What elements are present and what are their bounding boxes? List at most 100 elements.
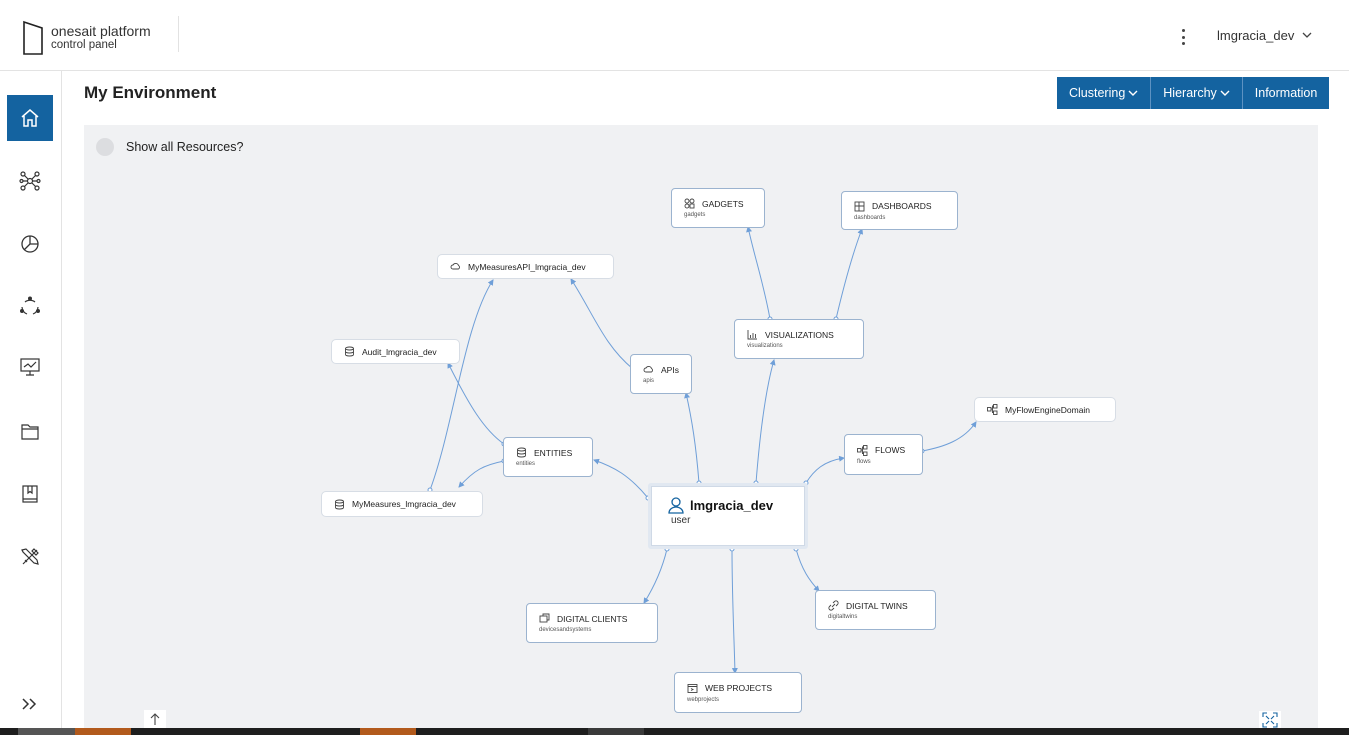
bar-chart-icon — [747, 330, 757, 340]
hierarchy-label: Hierarchy — [1163, 86, 1217, 100]
node-label: APIs — [661, 364, 679, 375]
node-label: VISUALIZATIONS — [765, 329, 834, 340]
graph-node-entities[interactable]: ENTITIES entities — [503, 437, 593, 477]
node-label: MyMeasuresAPI_lmgracia_dev — [468, 261, 586, 272]
node-label: FLOWS — [875, 445, 906, 455]
node-label: DIGITAL TWINS — [846, 600, 908, 611]
book-icon — [22, 485, 38, 503]
tools-icon — [21, 548, 39, 565]
chevron-down-icon — [1128, 90, 1138, 96]
database-icon — [345, 346, 354, 357]
sidebar — [0, 71, 62, 735]
brand-subtitle: control panel — [51, 39, 117, 52]
graph-canvas[interactable]: Show all Resources? GADGETS gadgets DASH… — [84, 125, 1318, 735]
brand-title: onesait platform — [51, 23, 151, 40]
home-icon — [21, 109, 39, 127]
dashboard-grid-icon — [854, 201, 865, 211]
edge-measures-api — [429, 279, 494, 491]
sidebar-item-tools[interactable] — [7, 534, 53, 580]
top-header: onesait platform control panel lmgracia_… — [0, 0, 1349, 71]
gadgets-icon — [684, 198, 695, 209]
sidebar-item-files[interactable] — [7, 408, 53, 454]
node-label: ENTITIES — [534, 447, 573, 458]
node-label: MyFlowEngineDomain — [1005, 404, 1091, 415]
flow-nodes-icon — [987, 404, 998, 415]
sidebar-item-docs[interactable] — [7, 471, 53, 517]
edge-apis-api-instance — [570, 278, 634, 370]
fit-to-screen-icon — [1262, 712, 1278, 728]
node-type: dashboards — [854, 214, 886, 221]
node-type: devicesandsystems — [539, 627, 592, 633]
graph-node-digital-twins[interactable]: DIGITAL TWINS digitaltwins — [815, 590, 936, 630]
flow-nodes-icon — [857, 444, 868, 456]
graph-node-dashboards[interactable]: DASHBOARDS dashboards — [841, 191, 958, 230]
web-page-icon — [687, 683, 698, 693]
graph-node-apis[interactable]: APIs apis — [630, 354, 692, 394]
sidebar-item-integration[interactable] — [7, 283, 53, 329]
folders-icon — [21, 424, 39, 440]
pie-chart-icon — [21, 235, 39, 253]
edge-visualizations-dashboards — [835, 228, 864, 320]
sidebar-item-network[interactable] — [7, 158, 53, 204]
edge-user-web-projects — [731, 548, 738, 674]
chevron-down-icon — [1302, 32, 1312, 38]
node-type: webprojects — [687, 696, 720, 703]
database-icon — [335, 499, 344, 509]
node-type: apis — [643, 378, 655, 384]
graph-node-gadgets[interactable]: GADGETS gadgets — [671, 188, 765, 228]
node-label: MyMeasures_lmgracia_dev — [352, 499, 456, 509]
database-icon — [517, 447, 526, 458]
graph-node-api-instance[interactable]: MyMeasuresAPI_lmgracia_dev — [437, 254, 614, 279]
sidebar-item-home[interactable] — [7, 95, 53, 141]
user-menu[interactable]: lmgracia_dev — [1217, 28, 1312, 43]
edge-user-digital-clients — [643, 548, 668, 604]
chevron-down-icon — [1220, 90, 1230, 96]
edge-user-digital-twins — [795, 548, 820, 592]
node-type: visualizations — [747, 343, 783, 349]
hierarchy-dropdown-button[interactable]: Hierarchy — [1151, 77, 1243, 109]
edge-entities-audit — [447, 362, 505, 445]
node-label: GADGETS — [702, 198, 744, 209]
graph-node-user[interactable]: lmgracia_dev user — [648, 483, 808, 549]
graph-node-web-projects[interactable]: WEB PROJECTS webprojects — [674, 672, 802, 713]
device-icon — [539, 613, 550, 623]
information-button[interactable]: Information — [1242, 77, 1330, 109]
graph-node-flows[interactable]: FLOWS flows — [844, 434, 923, 475]
edge-user-entities — [593, 458, 649, 499]
network-icon — [19, 171, 41, 191]
edge-entities-measures — [458, 460, 505, 488]
node-type: entities — [516, 461, 536, 467]
node-type: gadgets — [684, 212, 706, 218]
share-cycle-icon — [20, 296, 40, 315]
graph-node-flow-domain[interactable]: MyFlowEngineDomain — [974, 397, 1116, 422]
arrow-up-icon — [150, 713, 160, 725]
user-icon — [668, 497, 684, 514]
scroll-top-button[interactable] — [144, 710, 166, 728]
graph-node-measures-entity[interactable]: MyMeasures_lmgracia_dev — [321, 491, 483, 517]
fit-view-button[interactable] — [1259, 711, 1281, 729]
brand[interactable]: onesait platform control panel — [22, 20, 151, 56]
taskbar-strip — [0, 728, 1349, 735]
view-button-group: Clustering Hierarchy Information — [1057, 77, 1330, 109]
user-node-type: user — [671, 515, 691, 526]
onesait-logo-icon — [23, 20, 43, 55]
node-label: Audit_lmgracia_dev — [362, 346, 437, 357]
user-node-name: lmgracia_dev — [690, 497, 774, 513]
node-type: digitaltwins — [828, 614, 858, 620]
node-label: DIGITAL CLIENTS — [557, 613, 628, 624]
clustering-dropdown-button[interactable]: Clustering — [1057, 77, 1152, 109]
edge-visualizations-gadgets — [746, 226, 771, 320]
edge-user-flows — [805, 455, 845, 484]
sidebar-item-monitoring[interactable] — [7, 344, 53, 390]
more-options-icon[interactable] — [1174, 26, 1192, 48]
graph-node-visualizations[interactable]: VISUALIZATIONS visualizations — [734, 319, 864, 359]
edge-user-apis — [684, 392, 700, 484]
graph-node-audit-entity[interactable]: Audit_lmgracia_dev — [331, 339, 460, 364]
cloud-icon — [450, 263, 460, 270]
link-icon — [828, 600, 839, 611]
page-title: My Environment — [84, 83, 217, 102]
sidebar-expand-button[interactable] — [7, 681, 53, 727]
cloud-icon — [643, 366, 653, 373]
sidebar-item-analytics[interactable] — [7, 220, 53, 266]
graph-node-digital-clients[interactable]: DIGITAL CLIENTS devicesandsystems — [526, 603, 658, 643]
